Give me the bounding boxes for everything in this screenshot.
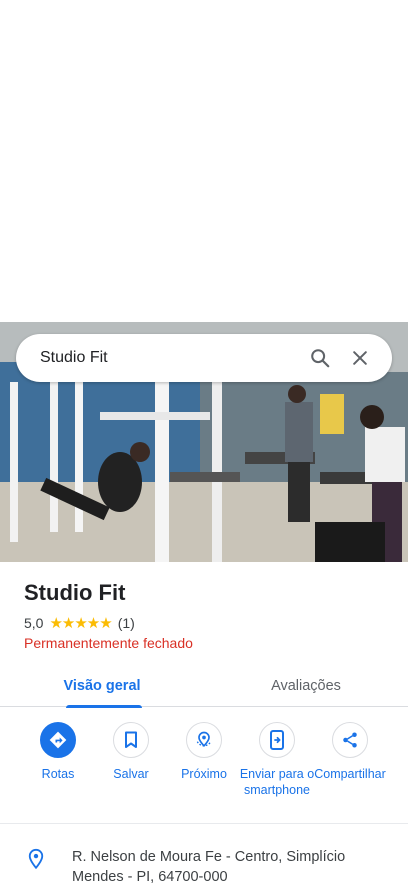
send-to-phone-button[interactable]: Enviar para o smartphone — [235, 722, 319, 798]
rating-value: 5,0 — [24, 615, 44, 631]
place-title: Studio Fit — [24, 580, 126, 605]
nearby-icon — [186, 722, 222, 758]
share-label: Compartilhar — [314, 767, 386, 781]
nearby-label: Próximo — [181, 767, 227, 781]
action-buttons: Rotas Salvar Próximo Enviar para o smart… — [0, 722, 408, 822]
nearby-button[interactable]: Próximo — [162, 722, 246, 782]
tab-reviews-label: Avaliações — [271, 677, 341, 694]
address-row[interactable]: R. Nelson de Moura Fe - Centro, Simplíci… — [0, 838, 408, 884]
section-divider — [0, 823, 408, 824]
search-icon[interactable] — [300, 338, 340, 378]
share-button[interactable]: Compartilhar — [308, 722, 392, 782]
address-text: R. Nelson de Moura Fe - Centro, Simplíci… — [72, 849, 346, 884]
bookmark-icon — [113, 722, 149, 758]
tab-overview[interactable]: Visão geral — [0, 664, 204, 708]
share-icon — [332, 722, 368, 758]
rating-row[interactable]: 5,0 ★★★★★ (1) — [24, 614, 135, 632]
directions-button[interactable]: Rotas — [16, 722, 100, 782]
tab-bar: Visão geral Avaliações — [0, 664, 408, 708]
close-icon[interactable] — [340, 338, 380, 378]
review-count[interactable]: (1) — [118, 615, 135, 631]
directions-icon — [40, 722, 76, 758]
tab-overview-label: Visão geral — [63, 677, 141, 694]
send-to-phone-icon — [259, 722, 295, 758]
search-bar[interactable]: Studio Fit — [16, 334, 392, 382]
active-tab-indicator — [66, 705, 142, 708]
status-text: Permanentemente fechado — [24, 635, 193, 651]
map-blank-area — [0, 0, 408, 322]
star-rating: ★★★★★ — [49, 615, 112, 632]
save-button[interactable]: Salvar — [89, 722, 173, 782]
directions-label: Rotas — [41, 767, 75, 781]
location-pin-icon — [0, 838, 72, 884]
tab-reviews[interactable]: Avaliações — [204, 664, 408, 707]
search-input[interactable]: Studio Fit — [40, 349, 300, 367]
send-to-phone-label: Enviar para o smartphone — [239, 767, 315, 797]
save-label: Salvar — [113, 767, 149, 781]
